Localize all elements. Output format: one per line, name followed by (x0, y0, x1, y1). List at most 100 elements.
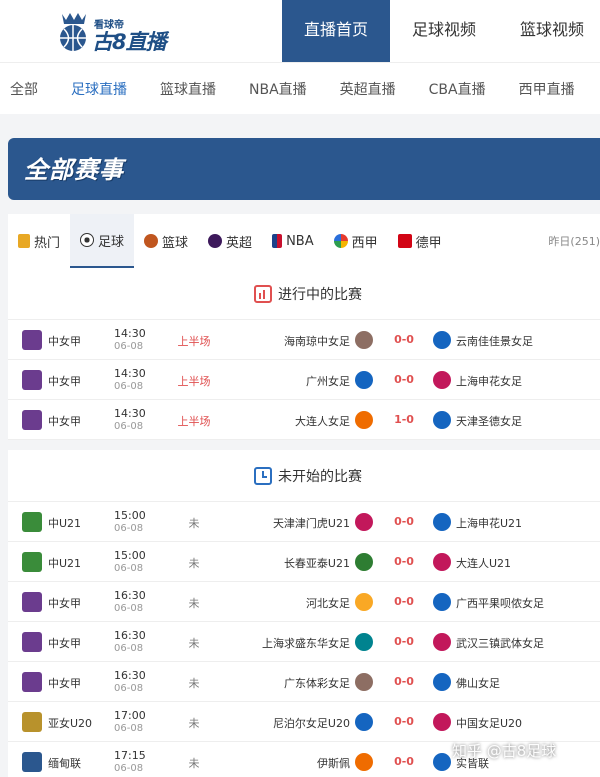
home-team[interactable]: 尼泊尔女足U20 (273, 715, 350, 731)
match-date: 06-08 (114, 341, 144, 352)
section-title: 进行中的比赛 (278, 286, 362, 303)
match-row[interactable]: 中女甲 16:30 06-08 未 河北女足 0-0 广西平果呗侬女足 (8, 582, 600, 622)
home-team-badge-icon (355, 513, 373, 531)
home-team[interactable]: 海南琼中女足 (284, 333, 350, 349)
match-status: 未 (188, 637, 200, 650)
tab-epl[interactable]: 英超 (198, 214, 262, 268)
tab-bundesliga[interactable]: 德甲 (388, 214, 452, 268)
match-score[interactable]: 0-0 (380, 555, 428, 568)
subnav-nba[interactable]: NBA直播 (239, 79, 330, 99)
league-name[interactable]: 中U21 (48, 515, 81, 531)
match-score[interactable]: 1-0 (380, 413, 428, 426)
match-status: 上半场 (177, 335, 211, 348)
premier-league-icon (208, 234, 223, 248)
tab-hot[interactable]: 热门 (8, 214, 70, 268)
away-team-badge-icon (433, 753, 451, 771)
match-row[interactable]: 中女甲 14:30 06-08 上半场 海南琼中女足 0-0 云南佳佳景女足 (8, 320, 600, 360)
nav-basketball-video[interactable]: 篮球视频 (498, 0, 600, 62)
match-score[interactable]: 0-0 (380, 715, 428, 728)
home-team[interactable]: 广州女足 (306, 373, 350, 389)
all-events-banner: 全部赛事 (8, 138, 600, 200)
trophy-icon (18, 234, 30, 248)
match-status: 未 (188, 597, 200, 610)
tab-label: 篮球 (162, 235, 189, 251)
match-date: 06-08 (114, 421, 144, 432)
tab-nba[interactable]: NBA (262, 214, 324, 268)
tab-basketball[interactable]: 篮球 (134, 214, 198, 268)
away-team[interactable]: 云南佳佳景女足 (456, 333, 533, 349)
match-time: 14:30 (114, 407, 146, 420)
league-name[interactable]: 中女甲 (48, 413, 81, 429)
away-team-badge-icon (433, 593, 451, 611)
logo-text: 古8直播 (92, 30, 167, 54)
away-team[interactable]: 广西平果呗侬女足 (456, 595, 544, 611)
league-name[interactable]: 中女甲 (48, 635, 81, 651)
league-name[interactable]: 中女甲 (48, 333, 81, 349)
match-score[interactable]: 0-0 (380, 515, 428, 528)
away-team[interactable]: 大连人U21 (456, 555, 511, 571)
home-team[interactable]: 广东体彩女足 (284, 675, 350, 691)
league-logo-icon (22, 552, 42, 572)
home-team[interactable]: 天津津门虎U21 (273, 515, 350, 531)
banner-title: 全部赛事 (24, 156, 124, 184)
league-logo-icon (22, 672, 42, 692)
away-team[interactable]: 中国女足U20 (456, 715, 522, 731)
nav-live-home[interactable]: 直播首页 (282, 0, 391, 62)
match-row[interactable]: 中女甲 16:30 06-08 未 上海求盛东华女足 0-0 武汉三镇武体女足 (8, 622, 600, 662)
tab-label: 西甲 (351, 235, 378, 251)
match-score[interactable]: 0-0 (380, 373, 428, 386)
home-team[interactable]: 河北女足 (306, 595, 350, 611)
league-name[interactable]: 亚女U20 (48, 715, 92, 731)
match-score[interactable]: 0-0 (380, 595, 428, 608)
match-time: 15:00 (114, 549, 146, 562)
home-team[interactable]: 大连人女足 (295, 413, 350, 429)
league-name[interactable]: 中女甲 (48, 595, 81, 611)
away-team[interactable]: 上海申花U21 (456, 515, 522, 531)
nav-football-video[interactable]: 足球视频 (390, 0, 498, 62)
subnav-cba[interactable]: CBA直播 (419, 79, 509, 99)
away-team[interactable]: 上海申花女足 (456, 373, 522, 389)
home-team-badge-icon (355, 331, 373, 349)
match-row[interactable]: 中女甲 14:30 06-08 上半场 大连人女足 1-0 天津圣德女足 (8, 400, 600, 440)
match-score[interactable]: 0-0 (380, 635, 428, 648)
yesterday-link[interactable]: 昨日(251) (548, 233, 600, 249)
subnav-epl[interactable]: 英超直播 (330, 79, 419, 99)
subnav-all[interactable]: 全部 (0, 79, 61, 99)
match-score[interactable]: 0-0 (380, 333, 428, 346)
tab-football[interactable]: 足球 (70, 214, 135, 268)
away-team-badge-icon (433, 411, 451, 429)
subnav-football[interactable]: 足球直播 (61, 79, 150, 99)
home-team[interactable]: 长春亚泰U21 (284, 555, 350, 571)
basketball-icon (144, 234, 159, 248)
match-score[interactable]: 0-0 (380, 675, 428, 688)
section-header: 进行中的比赛 (8, 268, 600, 320)
league-logo-icon (22, 752, 42, 772)
match-status: 未 (188, 757, 200, 770)
tab-laliga[interactable]: 西甲 (324, 214, 388, 268)
subnav-basketball[interactable]: 篮球直播 (150, 79, 239, 99)
match-row[interactable]: 中U21 15:00 06-08 未 天津津门虎U21 0-0 上海申花U21 (8, 502, 600, 542)
match-row[interactable]: 中女甲 14:30 06-08 上半场 广州女足 0-0 上海申花女足 (8, 360, 600, 400)
away-team[interactable]: 天津圣德女足 (456, 413, 522, 429)
match-row[interactable]: 亚女U20 17:00 06-08 未 尼泊尔女足U20 0-0 中国女足U20 (8, 702, 600, 742)
home-team[interactable]: 上海求盛东华女足 (262, 635, 350, 651)
match-date: 06-08 (114, 603, 144, 614)
league-name[interactable]: 缅甸联 (48, 755, 81, 771)
match-row[interactable]: 中U21 15:00 06-08 未 长春亚泰U21 0-0 大连人U21 (8, 542, 600, 582)
league-logo-icon (22, 410, 42, 430)
away-team[interactable]: 佛山女足 (456, 675, 500, 691)
basketball-logo-icon (60, 13, 86, 51)
league-name[interactable]: 中女甲 (48, 373, 81, 389)
home-team-badge-icon (355, 633, 373, 651)
match-time: 16:30 (114, 629, 146, 642)
subnav-laliga[interactable]: 西甲直播 (509, 79, 598, 99)
match-score[interactable]: 0-0 (380, 755, 428, 768)
site-logo[interactable]: 看球帝 古8直播 (54, 6, 184, 56)
league-name[interactable]: 中女甲 (48, 675, 81, 691)
match-row[interactable]: 中女甲 16:30 06-08 未 广东体彩女足 0-0 佛山女足 (8, 662, 600, 702)
match-date: 06-08 (114, 763, 144, 774)
away-team[interactable]: 武汉三镇武体女足 (456, 635, 544, 651)
home-team[interactable]: 伊斯佩 (317, 755, 350, 771)
league-name[interactable]: 中U21 (48, 555, 81, 571)
league-logo-icon (22, 330, 42, 350)
